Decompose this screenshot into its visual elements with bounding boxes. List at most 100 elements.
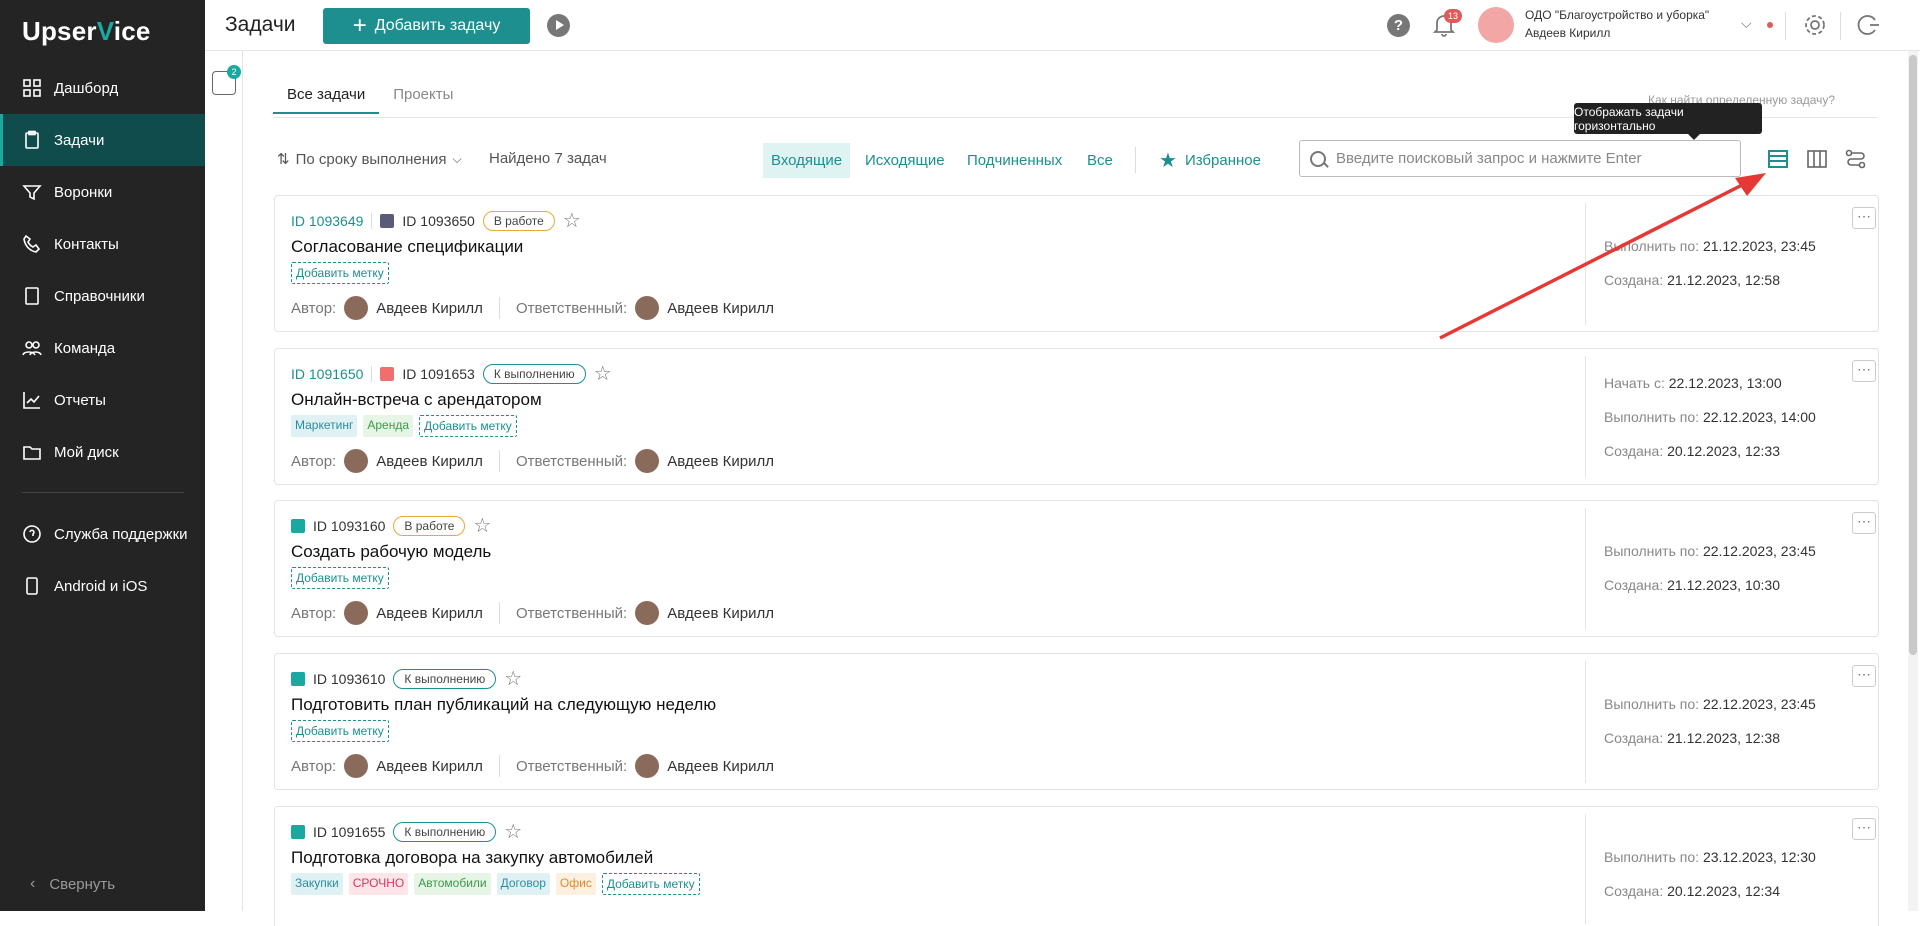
add-tag-button[interactable]: Добавить метку — [291, 720, 389, 742]
scrollbar-thumb[interactable] — [1909, 55, 1917, 655]
status-dot — [1767, 22, 1773, 28]
sidebar-item-mobile[interactable]: Android и iOS — [0, 560, 205, 612]
divider — [1840, 12, 1841, 40]
tag[interactable]: Закупки — [291, 873, 343, 895]
sidebar-item-contacts[interactable]: Контакты — [0, 218, 205, 270]
sidebar-item-tasks[interactable]: Задачи — [0, 114, 205, 166]
gear-icon[interactable] — [1802, 12, 1828, 38]
sidebar-item-funnels[interactable]: Воронки — [0, 166, 205, 218]
due-date: 22.12.2023, 23:45 — [1702, 696, 1816, 712]
tasks-icon — [25, 130, 39, 149]
task-card[interactable]: ID 1093160 В работе ☆ Создать рабочую мо… — [274, 500, 1879, 637]
star-icon[interactable]: ☆ — [594, 361, 612, 386]
kanban-view-icon[interactable] — [1805, 148, 1829, 170]
tag[interactable]: СРОЧНО — [348, 873, 409, 895]
user-name[interactable]: Авдеев Кирилл — [1525, 26, 1610, 40]
task-title[interactable]: Подготовка договора на закупку автомобил… — [291, 848, 653, 868]
folder-icon — [23, 446, 41, 460]
task-id: ID 1093610 — [313, 670, 386, 687]
tab-all-tasks[interactable]: Все задачи — [273, 86, 380, 114]
star-icon[interactable]: ☆ — [563, 208, 581, 233]
logout-icon[interactable] — [1855, 12, 1881, 38]
task-title[interactable]: Согласование спецификации — [291, 237, 523, 257]
status-badge[interactable]: В работе — [393, 515, 466, 536]
favorites-filter[interactable]: ★ Избранное — [1159, 143, 1261, 178]
chevron-down-icon: ⌵ — [452, 151, 462, 166]
more-options-button[interactable]: ⋯ — [1852, 512, 1876, 534]
star-icon[interactable]: ☆ — [504, 819, 522, 844]
avatar[interactable] — [1478, 7, 1514, 43]
gantt-view-icon[interactable] — [1844, 148, 1868, 170]
search-icon — [1310, 150, 1326, 167]
status-badge[interactable]: К выполнению — [393, 821, 497, 842]
sidebar-item-label: Android и iOS — [54, 577, 148, 595]
task-title[interactable]: Создать рабочую модель — [291, 542, 491, 562]
more-options-button[interactable]: ⋯ — [1852, 665, 1876, 687]
created-date: 21.12.2023, 12:38 — [1667, 730, 1780, 746]
task-card[interactable]: ID 1093610 К выполнению ☆ Подготовить пл… — [274, 653, 1879, 790]
plus-icon: + — [352, 12, 367, 39]
main-content: Все задачи Проекты Как найти определенну… — [243, 51, 1920, 926]
more-options-button[interactable]: ⋯ — [1852, 207, 1876, 229]
sidebar-item-references[interactable]: Справочники — [0, 270, 205, 322]
task-list-icon — [291, 518, 305, 533]
due-date: 21.12.2023, 23:45 — [1702, 238, 1816, 254]
organization-name[interactable]: ОДО "Благоустройство и уборка" — [1525, 8, 1709, 22]
filter-subordinates[interactable]: Подчиненных — [959, 143, 1070, 178]
logo[interactable]: UpserVice — [22, 16, 151, 47]
add-task-button[interactable]: + Добавить задачу — [323, 8, 530, 44]
more-options-button[interactable]: ⋯ — [1852, 360, 1876, 382]
sidebar: UpserVice Дашборд Задачи Воронки Контакт… — [0, 0, 205, 911]
help-icon[interactable]: ? — [1387, 14, 1410, 37]
author-name: Авдеев Кирилл — [376, 299, 483, 317]
filter-outgoing[interactable]: Исходящие — [857, 143, 953, 178]
avatar — [635, 754, 660, 778]
sidebar-item-reports[interactable]: Отчеты — [0, 374, 205, 426]
divider — [1785, 12, 1786, 40]
sidebar-item-disk[interactable]: Мой диск — [0, 426, 205, 478]
sort-dropdown[interactable]: ⇅ По сроку выполнения ⌵ — [277, 150, 462, 169]
add-tag-button[interactable]: Добавить метку — [291, 262, 389, 284]
filter-incoming[interactable]: Входящие — [763, 143, 851, 178]
search-input[interactable]: Введите поисковый запрос и нажмите Enter — [1299, 140, 1741, 177]
add-tag-button[interactable]: Добавить метку — [291, 567, 389, 589]
add-tag-button[interactable]: Добавить метку — [419, 415, 517, 437]
avatar — [344, 754, 369, 778]
task-card[interactable]: ID 1091650 ID 1091653 К выполнению ☆ Онл… — [274, 348, 1879, 485]
status-badge[interactable]: К выполнению — [482, 363, 586, 384]
filter-all[interactable]: Все — [1079, 143, 1121, 178]
chevron-down-icon[interactable]: ⌵ — [1741, 15, 1752, 32]
tag[interactable]: Автомобили — [414, 873, 491, 895]
tag[interactable]: Договор — [496, 873, 550, 895]
tag[interactable]: Офис — [555, 873, 596, 895]
due-date: 22.12.2023, 23:45 — [1702, 543, 1816, 559]
more-options-button[interactable]: ⋯ — [1852, 818, 1876, 840]
tag[interactable]: Маркетинг — [291, 415, 358, 437]
responsible-name: Авдеев Кирилл — [667, 757, 774, 775]
task-title[interactable]: Онлайн-встреча с арендатором — [291, 390, 542, 410]
sidebar-item-team[interactable]: Команда — [0, 322, 205, 374]
sidebar-item-support[interactable]: Служба поддержки — [0, 508, 205, 560]
tab-projects[interactable]: Проекты — [379, 86, 467, 114]
responsible-name: Авдеев Кирилл — [667, 299, 774, 317]
task-card[interactable]: ID 1091655 К выполнению ☆ Подготовка дог… — [274, 806, 1879, 926]
task-title[interactable]: Подготовить план публикаций на следующую… — [291, 695, 716, 715]
avatar — [635, 601, 660, 625]
task-list-icon — [291, 671, 305, 686]
add-tag-button[interactable]: Добавить метку — [601, 873, 700, 895]
sidebar-item-label: Отчеты — [54, 391, 106, 409]
parent-task-link[interactable]: ID 1093649 — [291, 213, 363, 229]
star-icon[interactable]: ☆ — [473, 513, 491, 538]
star-icon[interactable]: ☆ — [504, 666, 522, 691]
tag[interactable]: Аренда — [363, 415, 413, 437]
task-card[interactable]: ID 1093649 ID 1093650 В работе ☆ Согласо… — [274, 195, 1879, 332]
help-icon — [23, 525, 41, 543]
collapse-button[interactable]: ‹ Свернуть — [0, 875, 205, 893]
sidebar-item-dashboard[interactable]: Дашборд — [0, 62, 205, 114]
list-view-icon[interactable] — [1766, 148, 1790, 170]
status-badge[interactable]: К выполнению — [393, 668, 497, 689]
parent-task-link[interactable]: ID 1091650 — [291, 366, 363, 382]
status-badge[interactable]: В работе — [482, 210, 555, 231]
play-video-icon[interactable] — [547, 14, 570, 37]
responsible-name: Авдеев Кирилл — [667, 604, 774, 622]
